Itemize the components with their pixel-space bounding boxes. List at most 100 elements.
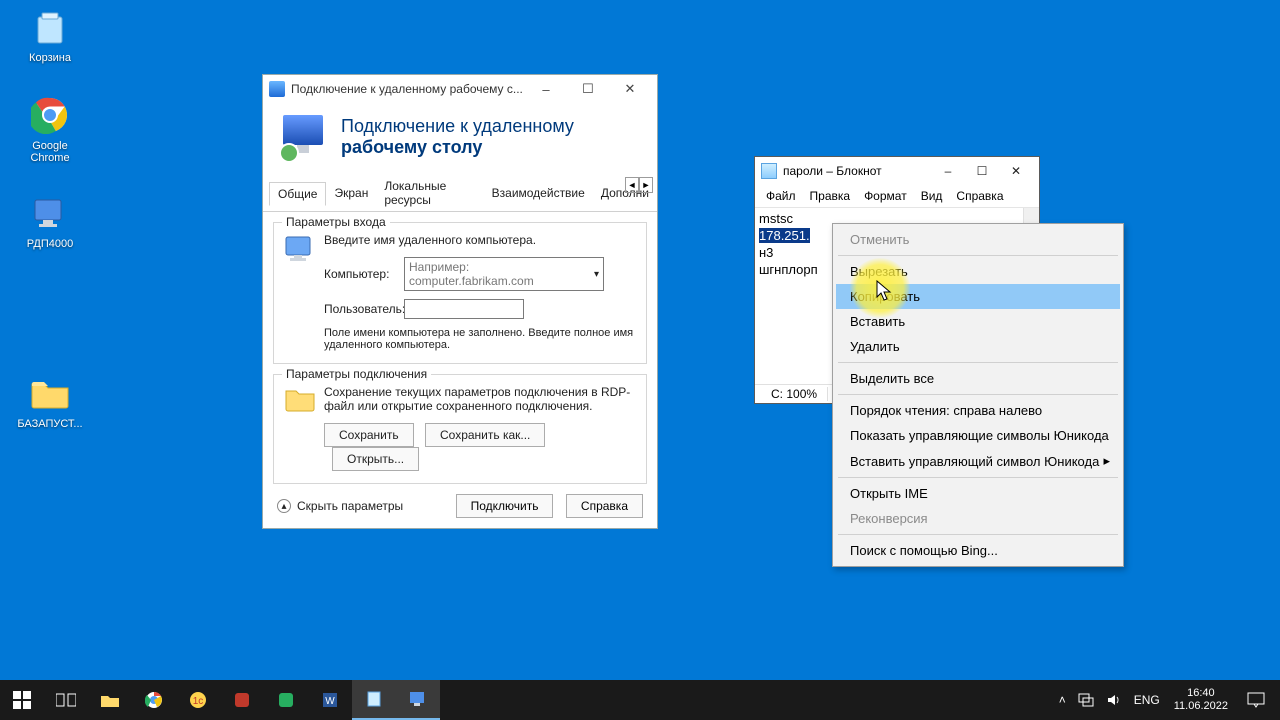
tab-experience[interactable]: Взаимодействие (484, 182, 593, 204)
action-center-button[interactable] (1236, 680, 1276, 720)
taskbar-app-explorer[interactable] (88, 680, 132, 720)
chevron-up-icon: ▴ (277, 499, 291, 513)
rdp-footer: ▴ Скрыть параметры Подключить Справка (263, 484, 657, 528)
ctx-cut[interactable]: Вырезать (836, 259, 1120, 284)
separator (838, 477, 1118, 478)
taskbar-app-chrome[interactable] (132, 680, 176, 720)
ctx-insert-unicode-label: Вставить управляющий символ Юникода (850, 454, 1099, 469)
taskbar-app-1c[interactable]: 1c (176, 680, 220, 720)
tray-language[interactable]: ENG (1128, 680, 1166, 720)
minimize-button[interactable]: – (931, 161, 965, 181)
tab-scroll-right-button[interactable]: ► (639, 177, 653, 193)
menu-view[interactable]: Вид (914, 187, 950, 205)
taskbar-app-notepad[interactable] (352, 680, 396, 720)
login-hint: Поле имени компьютера не заполнено. Введ… (324, 327, 636, 351)
chevron-right-icon: ▸ (1103, 453, 1110, 469)
ctx-delete[interactable]: Удалить (836, 334, 1120, 359)
separator (838, 362, 1118, 363)
desktop-icon-recycle[interactable]: Корзина (14, 6, 86, 64)
computer-label: Компьютер: (324, 267, 404, 281)
menu-file[interactable]: Файл (759, 187, 803, 205)
minimize-button[interactable]: – (525, 78, 567, 100)
group-login: Параметры входа Введите имя удаленного к… (273, 222, 647, 364)
tab-display[interactable]: Экран (326, 182, 376, 204)
taskbar-app-word[interactable]: W (308, 680, 352, 720)
desktop-icon-label: РДП4000 (14, 238, 86, 250)
notepad-app-icon (761, 163, 777, 179)
taskbar-app-rdp[interactable] (396, 680, 440, 720)
folder-open-icon (284, 385, 316, 417)
rdp-header: Подключение к удаленному рабочему столу (263, 103, 657, 175)
rdp-window: Подключение к удаленному рабочему с... –… (262, 74, 658, 529)
svg-text:1c: 1c (193, 696, 204, 707)
ctx-select-all[interactable]: Выделить все (836, 366, 1120, 391)
ctx-rtl[interactable]: Порядок чтения: справа налево (836, 398, 1120, 423)
rdp-app-icon (269, 81, 285, 97)
separator (838, 394, 1118, 395)
rdp-header-text: Подключение к удаленному рабочему столу (341, 116, 574, 157)
close-button[interactable]: ✕ (999, 161, 1033, 181)
login-intro: Введите имя удаленного компьютера. (324, 233, 636, 247)
folder-icon (29, 372, 71, 414)
tray-clock[interactable]: 16:40 11.06.2022 (1166, 687, 1236, 713)
connect-button[interactable]: Подключить (456, 494, 554, 518)
menu-edit[interactable]: Правка (803, 187, 858, 205)
ctx-reconv: Реконверсия (836, 506, 1120, 531)
ctx-paste[interactable]: Вставить (836, 309, 1120, 334)
rdp-header-line1: Подключение к удаленному (341, 116, 574, 137)
help-button[interactable]: Справка (566, 494, 643, 518)
group-connection-legend: Параметры подключения (282, 367, 431, 381)
hide-options-link[interactable]: ▴ Скрыть параметры (277, 499, 403, 513)
start-button[interactable] (0, 680, 44, 720)
status-zoom: 100% (786, 387, 817, 401)
system-tray: ˄ ENG 16:40 11.06.2022 (1053, 680, 1280, 720)
group-connection: Параметры подключения Сохранение текущих… (273, 374, 647, 484)
save-button[interactable]: Сохранить (324, 423, 414, 447)
tab-general[interactable]: Общие (269, 182, 326, 206)
menu-help[interactable]: Справка (949, 187, 1010, 205)
chevron-down-icon: ▾ (594, 269, 599, 280)
computer-placeholder: Например: computer.fabrikam.com (409, 260, 594, 288)
ctx-open-ime[interactable]: Открыть IME (836, 481, 1120, 506)
taskbar-app-generic2[interactable] (264, 680, 308, 720)
notepad-titlebar[interactable]: пароли – Блокнот – ☐ ✕ (755, 157, 1039, 185)
tab-scroll-left-button[interactable]: ◄ (625, 177, 639, 193)
tray-network-icon[interactable] (1072, 680, 1100, 720)
desktop-icon-chrome[interactable]: Google Chrome (14, 94, 86, 164)
close-button[interactable]: ✕ (609, 78, 651, 100)
rdp-header-line2: рабочему столу (341, 137, 482, 157)
user-input[interactable] (404, 299, 524, 319)
rdp-hero-icon (281, 113, 329, 161)
taskbar-app-generic1[interactable] (220, 680, 264, 720)
rdp-titlebar[interactable]: Подключение к удаленному рабочему с... –… (263, 75, 657, 103)
desktop-icon-label: Корзина (14, 52, 86, 64)
conn-text: Сохранение текущих параметров подключени… (324, 385, 636, 413)
clock-date: 11.06.2022 (1174, 700, 1228, 713)
context-menu: Отменить Вырезать Копировать Вставить Уд… (832, 223, 1124, 567)
tray-overflow-button[interactable]: ˄ (1053, 680, 1072, 720)
taskbar: 1c W ˄ ENG 16:40 11.06.2022 (0, 680, 1280, 720)
maximize-button[interactable]: ☐ (567, 78, 609, 100)
taskview-button[interactable] (44, 680, 88, 720)
desktop-icon-rdp4000[interactable]: РДП4000 (14, 192, 86, 250)
tray-volume-icon[interactable] (1100, 680, 1128, 720)
tab-local-res[interactable]: Локальные ресурсы (376, 175, 483, 211)
text-selection: 178.251. (759, 228, 810, 243)
svg-text:W: W (325, 696, 335, 707)
computer-icon (284, 233, 316, 265)
maximize-button[interactable]: ☐ (965, 161, 999, 181)
ctx-insert-unicode[interactable]: Вставить управляющий символ Юникода ▸ (836, 448, 1120, 474)
ctx-copy[interactable]: Копировать (836, 284, 1120, 309)
computer-combo[interactable]: Например: computer.fabrikam.com ▾ (404, 257, 604, 291)
desktop-icon-folder[interactable]: БАЗАПУСТ... (14, 372, 86, 430)
rdp-file-icon (29, 192, 71, 234)
save-as-button[interactable]: Сохранить как... (425, 423, 545, 447)
notepad-menu: Файл Правка Формат Вид Справка (755, 185, 1039, 208)
desktop-icon-label: БАЗАПУСТ... (14, 418, 86, 430)
ctx-show-unicode[interactable]: Показать управляющие символы Юникода (836, 423, 1120, 448)
hide-options-label: Скрыть параметры (297, 499, 403, 513)
menu-format[interactable]: Формат (857, 187, 914, 205)
ctx-bing[interactable]: Поиск с помощью Bing... (836, 538, 1120, 563)
group-login-legend: Параметры входа (282, 215, 390, 229)
open-button[interactable]: Открыть... (332, 447, 419, 471)
